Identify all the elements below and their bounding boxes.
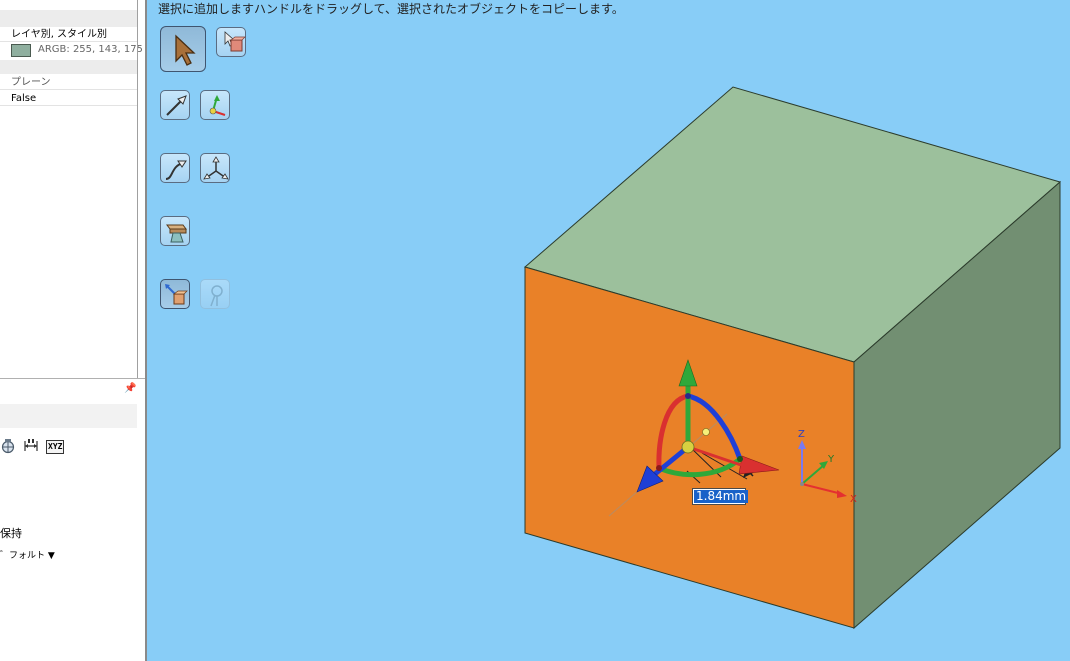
dimension-input[interactable]: 1.84mm xyxy=(692,488,749,505)
xyz-icon[interactable]: XYZ xyxy=(46,440,65,454)
globe-icon[interactable] xyxy=(1,438,15,454)
dimension-arrows-icon[interactable] xyxy=(22,438,40,454)
options-toolbar: XYZ xyxy=(0,438,146,456)
scene-canvas[interactable]: Z Y X xyxy=(147,0,1070,661)
options-panel-header: 📌 xyxy=(0,378,146,405)
options-panel-strip xyxy=(0,404,137,428)
properties-panel-border xyxy=(137,0,138,378)
properties-panel: レイヤ別, スタイル別 ARGB: 255, 143, 175 プレーン Fal… xyxy=(0,0,146,661)
triad-x-label: X xyxy=(850,494,857,505)
dimension-value: 1.84mm xyxy=(694,489,749,503)
pin-icon[interactable]: 📌 xyxy=(124,383,136,394)
xyz-label: XYZ xyxy=(48,442,63,451)
property-row-surface[interactable]: プレーン xyxy=(0,76,137,90)
property-row-color[interactable]: ARGB: 255, 143, 175 xyxy=(0,42,143,57)
3d-viewport[interactable]: 選択に追加しますハンドルをドラッグして、選択されたオブジェクトをコピーします。 xyxy=(147,0,1070,661)
default-dropdown[interactable]: ゛フォルト ▼ xyxy=(0,548,55,561)
triad-y-label: Y xyxy=(827,454,835,465)
property-row-surface-value[interactable]: False xyxy=(0,92,137,106)
property-layer-style-value: レイヤ別, スタイル別 xyxy=(11,29,108,40)
keep-option-label: 保持 xyxy=(0,527,22,540)
property-row-layer-style[interactable]: レイヤ別, スタイル別 xyxy=(0,28,137,42)
color-swatch xyxy=(11,44,31,57)
properties-section-header xyxy=(0,10,137,27)
properties-subsection-header xyxy=(0,60,137,74)
property-surface-label: プレーン xyxy=(11,77,51,88)
property-surface-value: False xyxy=(11,93,37,104)
property-color-value: ARGB: 255, 143, 175 xyxy=(38,44,143,55)
triad-z-label: Z xyxy=(798,429,805,440)
